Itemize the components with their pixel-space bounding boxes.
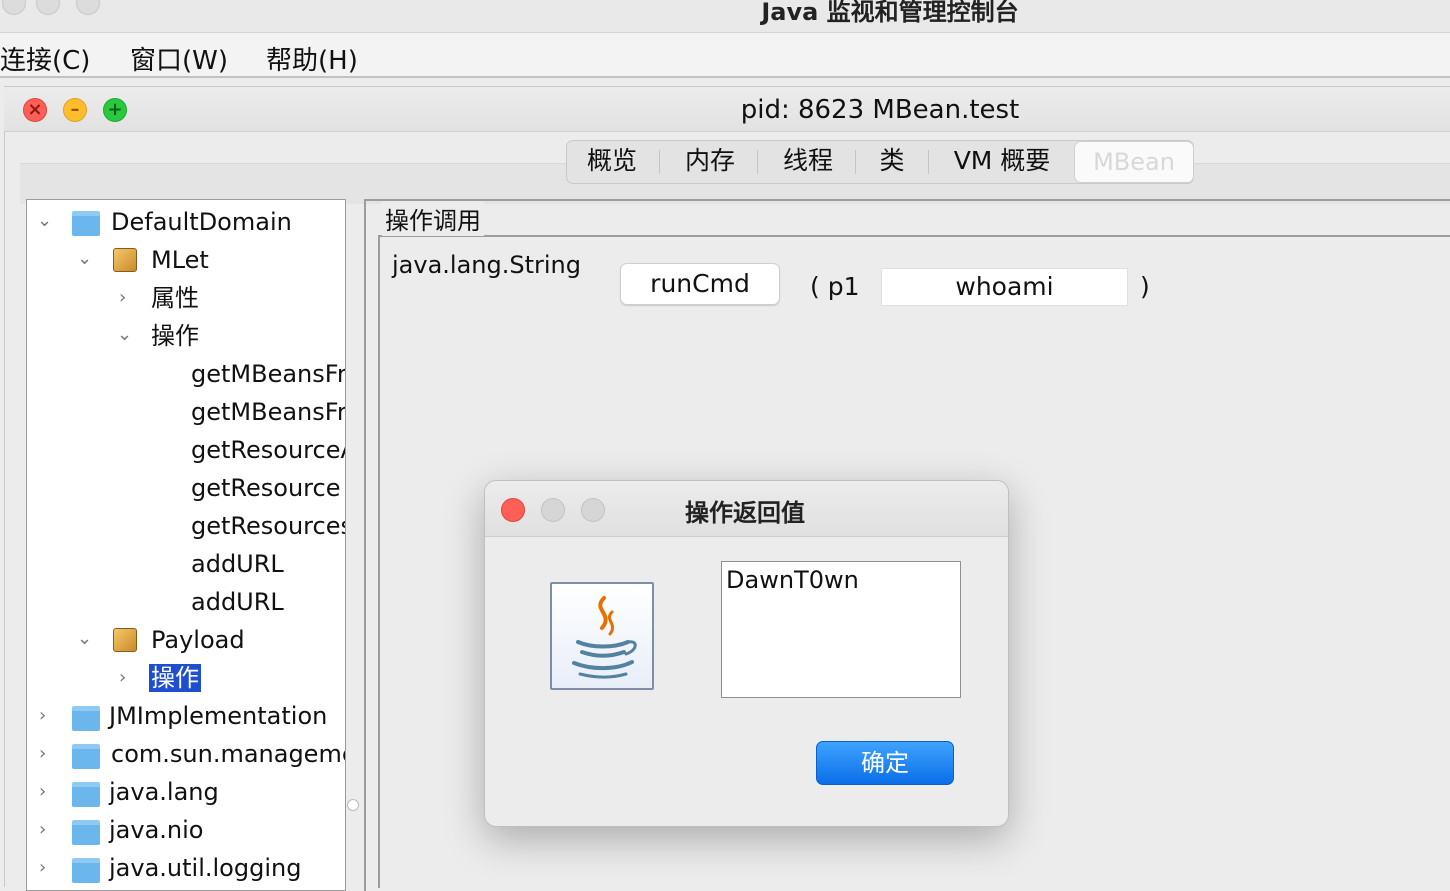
menu-window[interactable]: 窗口(W)	[130, 40, 228, 77]
folder-icon	[72, 858, 100, 883]
maximize-icon[interactable]: +	[103, 98, 127, 122]
tab-classes[interactable]: 类	[866, 144, 918, 178]
dialog-title: 操作返回值	[685, 499, 805, 527]
tab-mbean[interactable]: MBean	[1074, 141, 1194, 183]
tree-node-com-sun-management[interactable]: com.sun.manageme	[111, 736, 345, 772]
chevron-right-icon[interactable]: ›	[119, 660, 126, 696]
tree-node-java-lang[interactable]: java.lang	[109, 774, 219, 810]
chevron-right-icon[interactable]: ›	[39, 698, 46, 734]
tree-node-mlet[interactable]: MLet	[151, 242, 209, 278]
folder-icon	[72, 820, 100, 845]
tree-leaf-op[interactable]: getResources	[191, 508, 345, 544]
return-type-label: java.lang.String	[392, 251, 581, 279]
chevron-right-icon[interactable]: ›	[39, 812, 46, 848]
folder-icon	[72, 211, 100, 236]
close-window-button[interactable]	[2, 0, 26, 15]
tree-leaf-op[interactable]: getResource	[191, 470, 340, 506]
tree-node-java-util-logging[interactable]: java.util.logging	[109, 850, 301, 886]
app-title: Java 监视和管理控制台	[761, 0, 1019, 26]
tree-node-payload[interactable]: Payload	[151, 622, 245, 658]
mbean-tree[interactable]: ⌄ DefaultDomain ⌄ MLet › 属性 ⌄ 操作 getMBea…	[26, 199, 346, 891]
mbean-icon	[113, 248, 137, 272]
zoom-window-button[interactable]	[76, 0, 100, 15]
close-icon[interactable]: ×	[23, 98, 47, 122]
folder-icon	[72, 782, 100, 807]
return-value-dialog: 操作返回值 DawnT0wn 确定	[484, 480, 1009, 827]
mbean-icon	[113, 628, 137, 652]
minimize-icon[interactable]: –	[63, 98, 87, 122]
close-icon[interactable]	[501, 498, 525, 522]
java-coffee-icon	[550, 582, 654, 690]
close-paren: )	[1140, 272, 1150, 301]
tree-leaf-op[interactable]: getMBeansFro	[191, 394, 345, 430]
chevron-right-icon[interactable]: ›	[119, 280, 126, 316]
tree-node-jmimplementation[interactable]: JMImplementation	[109, 698, 327, 734]
tree-leaf-op[interactable]: addURL	[191, 584, 284, 620]
chevron-right-icon[interactable]: ›	[39, 736, 46, 772]
ok-button[interactable]: 确定	[816, 741, 954, 785]
chevron-down-icon[interactable]: ⌄	[77, 241, 92, 277]
param-label: ( p1	[810, 272, 860, 301]
runcmd-button[interactable]: runCmd	[620, 263, 780, 305]
window-title: pid: 8623 MBean.test	[740, 95, 1020, 125]
chevron-down-icon[interactable]: ⌄	[117, 317, 132, 353]
chevron-down-icon[interactable]: ⌄	[37, 203, 52, 239]
minimize-icon	[541, 498, 565, 522]
tree-leaf-op[interactable]: addURL	[191, 546, 284, 582]
chevron-right-icon[interactable]: ›	[39, 850, 46, 886]
param-p1-input[interactable]: whoami	[881, 268, 1128, 306]
tree-leaf-op[interactable]: getMBeansFro	[191, 356, 345, 392]
tab-overview[interactable]: 概览	[576, 144, 648, 178]
menu-help[interactable]: 帮助(H)	[266, 40, 358, 77]
zoom-icon	[581, 498, 605, 522]
folder-icon	[72, 706, 100, 731]
tree-node-java-nio[interactable]: java.nio	[109, 812, 203, 848]
chevron-down-icon[interactable]: ⌄	[77, 621, 92, 657]
tree-node-attributes[interactable]: 属性	[151, 280, 199, 316]
minimize-window-button[interactable]	[36, 0, 60, 15]
tab-vm-summary[interactable]: VM 概要	[940, 144, 1064, 178]
tree-node-defaultdomain[interactable]: DefaultDomain	[111, 204, 292, 240]
result-textarea[interactable]: DawnT0wn	[721, 561, 961, 698]
folder-icon	[72, 744, 100, 769]
tab-memory[interactable]: 内存	[672, 144, 748, 178]
tree-leaf-op[interactable]: getResourceA	[191, 432, 345, 468]
splitter-handle[interactable]	[347, 799, 359, 811]
chevron-right-icon[interactable]: ›	[39, 774, 46, 810]
tree-node-operations[interactable]: 操作	[151, 318, 199, 354]
tab-threads[interactable]: 线程	[770, 144, 846, 178]
tree-node-payload-operations-selected[interactable]: 操作	[149, 664, 201, 692]
operation-group-title: 操作调用	[382, 201, 484, 236]
menu-connection[interactable]: 连接(C)	[0, 40, 90, 77]
